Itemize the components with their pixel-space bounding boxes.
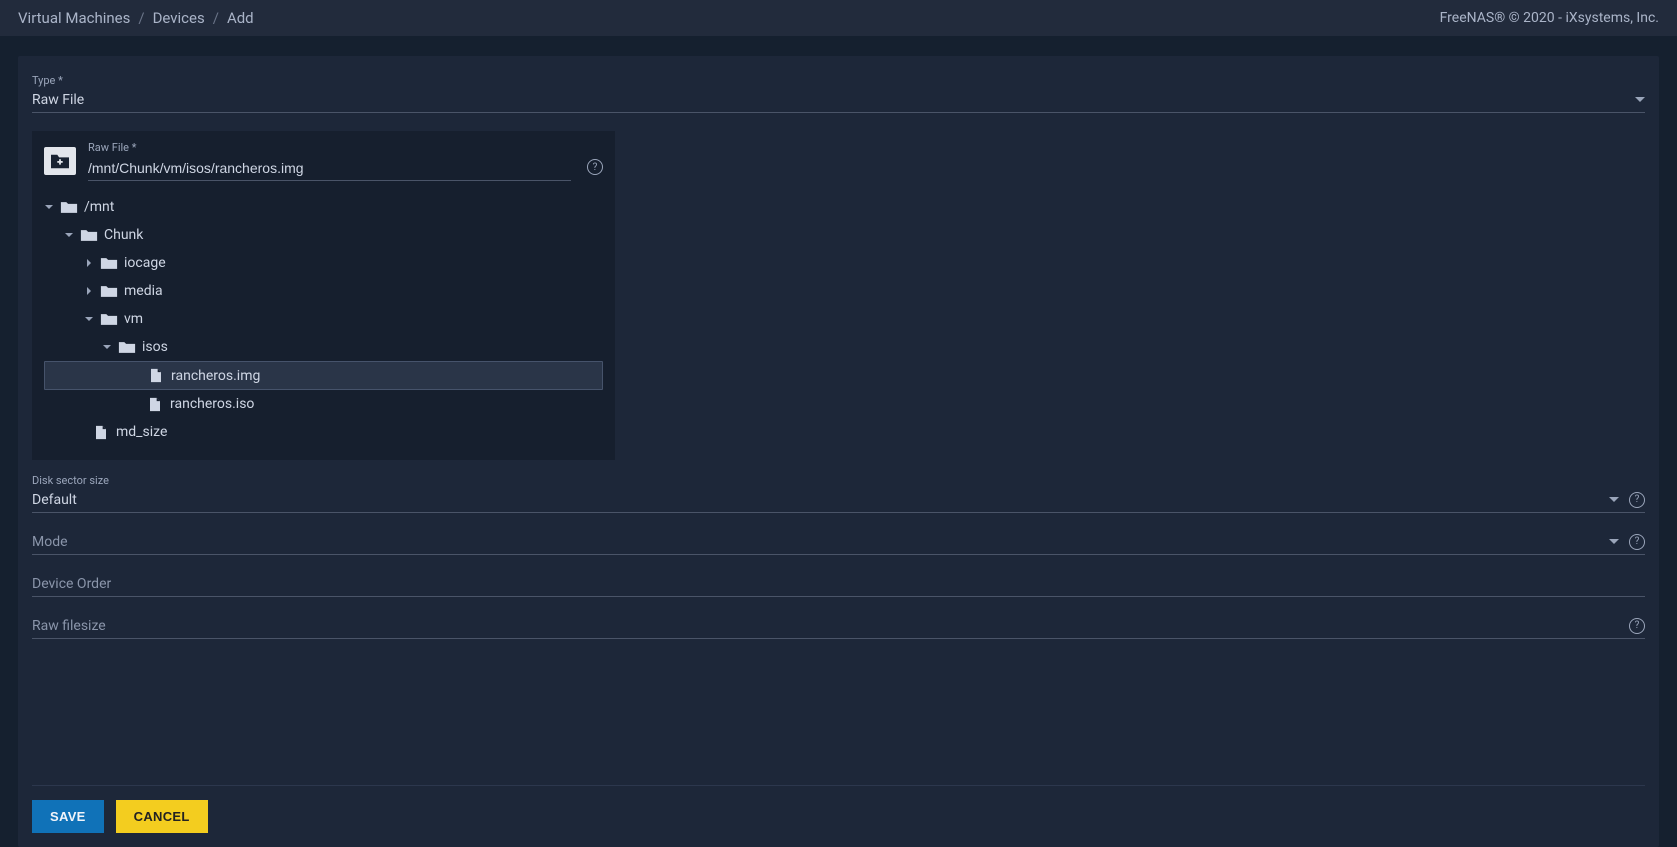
form-footer: SAVE CANCEL [32,785,1645,847]
raw-filesize-field: Raw filesize ? [32,615,1645,639]
tree-node-mnt[interactable]: /mnt [44,193,603,221]
folder-icon [100,256,118,271]
top-bar: Virtual Machines / Devices / Add FreeNAS… [0,0,1677,36]
device-order-field: Device Order [32,573,1645,597]
tree-label: vm [124,311,143,327]
tree-label: md_size [116,424,167,440]
breadcrumb-vm[interactable]: Virtual Machines [18,9,130,27]
tree-label: /mnt [84,199,114,215]
cancel-button[interactable]: CANCEL [116,800,208,833]
brand-text: FreeNAS® © 2020 - iXsystems, Inc. [1440,10,1659,26]
type-label: Type * [32,74,1645,87]
breadcrumb: Virtual Machines / Devices / Add [18,9,254,27]
file-tree: /mnt Chunk iocage [44,193,603,446]
chevron-down-icon [44,202,54,212]
help-icon[interactable]: ? [587,159,603,175]
file-icon [147,368,165,383]
tree-node-vm[interactable]: vm [44,305,603,333]
tree-node-iocage[interactable]: iocage [44,249,603,277]
new-folder-button[interactable] [44,147,76,175]
chevron-down-icon [1609,539,1619,545]
mode-label: Mode [32,534,1603,550]
tree-node-media[interactable]: media [44,277,603,305]
sectorsize-label: Disk sector size [32,474,1645,487]
file-icon [92,425,110,440]
folder-icon [118,340,136,355]
sector-size-field: Disk sector size Default ? [32,474,1645,513]
device-order-input[interactable]: Device Order [32,573,1645,597]
tree-label: isos [142,339,168,355]
chevron-right-icon [84,286,94,296]
type-field: Type * Raw File [32,74,1645,113]
tree-label: rancheros.img [171,368,260,384]
tree-label: rancheros.iso [170,396,254,412]
sectorsize-select[interactable]: Default ? [32,489,1645,513]
file-browser-panel: Raw File * ? /mnt [32,131,615,460]
device-order-label: Device Order [32,576,1645,592]
folder-icon [80,228,98,243]
raw-filesize-label: Raw filesize [32,618,1619,634]
folder-icon [60,200,78,215]
help-icon[interactable]: ? [1629,618,1645,634]
breadcrumb-devices[interactable]: Devices [153,9,205,27]
breadcrumb-add[interactable]: Add [227,9,254,27]
rawfile-input[interactable] [88,156,571,181]
mode-select[interactable]: Mode ? [32,531,1645,555]
type-value: Raw File [32,92,1629,108]
help-icon[interactable]: ? [1629,534,1645,550]
tree-label: media [124,283,163,299]
chevron-down-icon [102,342,112,352]
chevron-down-icon [64,230,74,240]
tree-node-isos[interactable]: isos [44,333,603,361]
file-icon [146,397,164,412]
folder-icon [100,312,118,327]
tree-node-md-size[interactable]: md_size [44,418,603,446]
form-card: Type * Raw File Raw File * [18,56,1659,847]
save-button[interactable]: SAVE [32,800,104,833]
sectorsize-value: Default [32,492,1603,508]
chevron-down-icon [1609,497,1619,503]
help-icon[interactable]: ? [1629,492,1645,508]
type-select[interactable]: Raw File [32,89,1645,113]
chevron-right-icon [84,258,94,268]
tree-node-chunk[interactable]: Chunk [44,221,603,249]
folder-icon [100,284,118,299]
breadcrumb-sep: / [213,9,219,27]
tree-label: iocage [124,255,166,271]
tree-node-rancheros-img[interactable]: rancheros.img [44,361,603,390]
chevron-down-icon [1635,97,1645,103]
rawfile-label: Raw File * [88,141,571,154]
mode-field: Mode ? [32,531,1645,555]
tree-node-rancheros-iso[interactable]: rancheros.iso [44,390,603,418]
chevron-down-icon [84,314,94,324]
tree-label: Chunk [104,227,143,243]
breadcrumb-sep: / [138,9,144,27]
raw-filesize-input[interactable]: Raw filesize ? [32,615,1645,639]
